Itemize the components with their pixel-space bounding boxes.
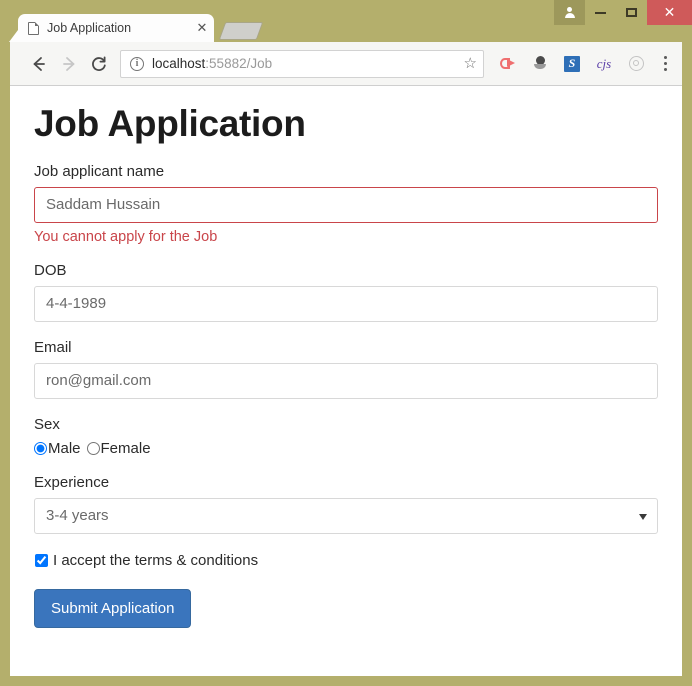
sex-radio-male[interactable] [34, 441, 47, 455]
submit-application-button[interactable]: Submit Application [34, 588, 192, 628]
extension-icons: S cjs [492, 42, 652, 85]
experience-select-wrapper: 3-4 years [34, 497, 658, 534]
email-input[interactable]: ron@gmail.com [34, 362, 658, 399]
address-bar[interactable]: i localhost:55882/Job ☆ [120, 49, 484, 78]
chevron-down-icon[interactable] [639, 513, 647, 520]
close-icon[interactable]: ✕ [192, 21, 212, 36]
sex-radio-group: Male Female [34, 440, 658, 457]
url-path: :55882/Job [205, 56, 273, 71]
bookmark-star-icon[interactable]: ☆ [464, 56, 477, 71]
blue-s-extension-icon[interactable]: S [556, 55, 588, 72]
field-group-dob: DOB 4-4-1989 [34, 262, 658, 322]
new-tab-button[interactable] [218, 22, 264, 40]
dob-label: DOB [34, 261, 67, 279]
name-error-message: You cannot apply for the Job [34, 228, 218, 245]
blue-s-extension-label: S [564, 55, 580, 72]
url-host: localhost [152, 56, 206, 71]
dob-input[interactable]: 4-4-1989 [34, 285, 658, 322]
close-window-button[interactable]: ✕ [647, 0, 692, 25]
page-icon [28, 21, 39, 35]
sex-radio-female[interactable] [86, 441, 100, 455]
back-arrow-icon [33, 56, 45, 71]
page-title: Job Application [34, 103, 306, 144]
radio-label-male: Male [48, 439, 81, 457]
minimize-button[interactable] [585, 0, 616, 25]
ink-drop-extension-icon[interactable] [524, 56, 556, 71]
terms-checkbox[interactable] [35, 553, 48, 567]
chrome-menu-button[interactable] [652, 56, 678, 71]
info-icon[interactable]: i [130, 56, 144, 71]
forward-arrow-icon [63, 56, 75, 71]
tab-title: Job Application [47, 21, 132, 35]
name-input[interactable]: Saddam Hussain [34, 186, 658, 223]
gray-circle-extension-icon[interactable] [620, 56, 652, 71]
menu-dot [663, 68, 667, 71]
url-text: localhost:55882/Job [152, 56, 464, 71]
reload-icon [92, 56, 106, 71]
menu-dot [663, 56, 667, 59]
field-group-name: Job applicant name Saddam Hussain You ca… [34, 163, 658, 245]
terms-label: I accept the terms & conditions [53, 551, 259, 569]
name-label: Job applicant name [34, 162, 165, 180]
profile-avatar-button[interactable] [554, 0, 585, 25]
experience-select[interactable]: 3-4 years [34, 497, 658, 534]
page-viewport: Job Application Job applicant name Sadda… [10, 86, 682, 676]
cjs-extension-label: cjs [596, 55, 612, 71]
tab-strip: Job Application ✕ ✕ [0, 0, 692, 42]
browser-tab-job-application[interactable]: Job Application ✕ [9, 14, 214, 42]
window-controls: ✕ [554, 0, 692, 25]
browser-window: Job Application ✕ ✕ i localhost:55882/Jo… [0, 0, 692, 686]
email-label: Email [34, 338, 72, 356]
radio-label-female: Female [100, 439, 151, 457]
field-group-sex: Sex Male Female [34, 416, 658, 457]
minimize-icon [595, 11, 606, 14]
radio-option-female[interactable]: Female [86, 439, 151, 457]
red-arrow-extension-icon[interactable] [492, 56, 524, 71]
browser-toolbar: i localhost:55882/Job ☆ S cjs [10, 42, 682, 86]
reload-button[interactable] [84, 55, 114, 73]
experience-label: Experience [34, 473, 110, 491]
terms-checkbox-row[interactable]: I accept the terms & conditions [34, 552, 658, 569]
radio-option-male[interactable]: Male [34, 440, 81, 457]
maximize-button[interactable] [616, 0, 647, 25]
maximize-icon [626, 8, 637, 17]
menu-dot [663, 62, 667, 65]
sex-label: Sex [34, 415, 60, 433]
field-group-experience: Experience 3-4 years [34, 474, 658, 534]
forward-button[interactable] [54, 55, 84, 73]
person-icon [564, 7, 575, 18]
cjs-extension-icon[interactable]: cjs [588, 56, 620, 72]
field-group-email: Email ron@gmail.com [34, 339, 658, 399]
back-button[interactable] [24, 55, 54, 73]
job-application-form: Job Application Job applicant name Sadda… [10, 86, 682, 628]
